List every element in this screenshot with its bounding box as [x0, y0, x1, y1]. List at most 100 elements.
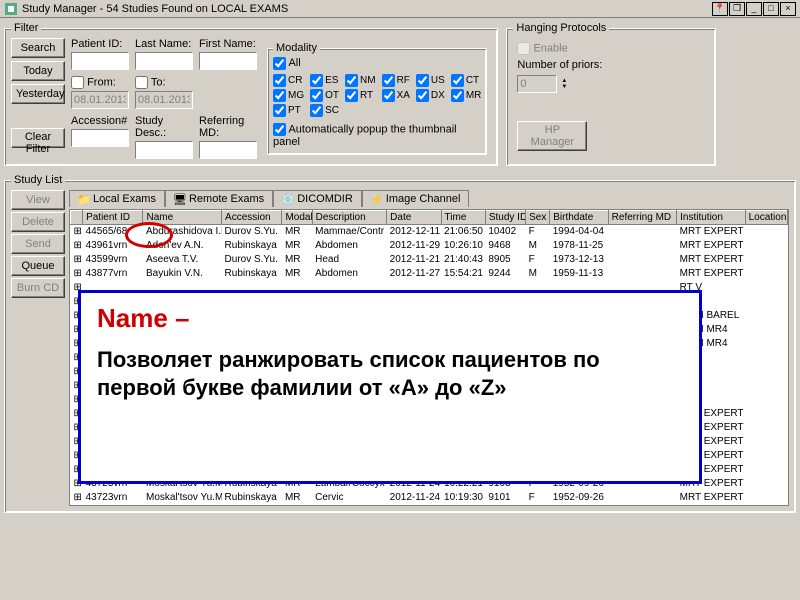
- modality-mg[interactable]: MG: [273, 89, 304, 102]
- modality-es[interactable]: ES: [310, 74, 339, 87]
- modality-mr[interactable]: MR: [451, 89, 482, 102]
- to-date-input[interactable]: [135, 91, 193, 109]
- column-sex[interactable]: Sex: [526, 211, 550, 225]
- column-description[interactable]: Description: [312, 211, 387, 225]
- column-institution[interactable]: Institution: [677, 211, 745, 225]
- modality-sc[interactable]: SC: [310, 104, 339, 117]
- modality-ot[interactable]: OT: [310, 89, 339, 102]
- delete-button[interactable]: Delete: [11, 212, 65, 232]
- table-row[interactable]: ⊞43961vrnAdon'ev A.N.RubinskayaMRAbdomen…: [71, 239, 788, 253]
- pin-button[interactable]: 📍: [712, 2, 728, 16]
- to-checkbox[interactable]: [135, 76, 148, 89]
- app-icon: [4, 2, 18, 16]
- expand-icon[interactable]: ⊞: [71, 239, 83, 253]
- modality-legend: Modality: [273, 42, 320, 54]
- annotation-callout: Name – Позволяет ранжировать список паци…: [78, 290, 702, 484]
- annotation-body: Позволяет ранжировать список пациентов п…: [97, 346, 683, 401]
- hanging-protocols-group: Hanging Protocols Enable Number of prior…: [506, 22, 716, 166]
- search-button[interactable]: Search: [11, 38, 65, 58]
- auto-popup-checkbox-label[interactable]: Automatically popup the thumbnail panel: [273, 123, 481, 148]
- accession-input[interactable]: [71, 129, 129, 147]
- hanging-legend: Hanging Protocols: [513, 22, 609, 34]
- priors-input[interactable]: [517, 75, 557, 93]
- last-name-input[interactable]: [135, 52, 193, 70]
- patient-id-label: Patient ID:: [71, 38, 129, 50]
- maximize-button[interactable]: □: [763, 2, 779, 16]
- tab-dicomdir[interactable]: 💿 DICOMDIR: [273, 190, 362, 207]
- column-accession[interactable]: Accession: [222, 211, 282, 225]
- filter-legend: Filter: [11, 22, 41, 34]
- tab-remote-exams[interactable]: 🖥 Remote Exams: [165, 190, 273, 207]
- modality-xa[interactable]: XA: [382, 89, 410, 102]
- table-header-row: Patient ID Name Accession Modality Descr…: [71, 211, 788, 225]
- yesterday-button[interactable]: Yesterday: [11, 84, 65, 104]
- first-name-label: First Name:: [199, 38, 257, 50]
- table-row[interactable]: ⊞43877vrnBayukin V.N.RubinskayaMRAbdomen…: [71, 267, 788, 281]
- column-referring-md[interactable]: Referring MD: [608, 211, 676, 225]
- ref-md-input[interactable]: [199, 141, 257, 159]
- queue-button[interactable]: Queue: [11, 256, 65, 276]
- hp-manager-button[interactable]: HP Manager: [517, 121, 587, 151]
- expand-icon[interactable]: ⊞: [71, 253, 83, 267]
- column-patient-id[interactable]: Patient ID: [83, 211, 143, 225]
- spinner-icon[interactable]: ▲▼: [561, 78, 567, 90]
- column-name[interactable]: Name: [143, 211, 222, 225]
- last-name-label: Last Name:: [135, 38, 193, 50]
- clear-filter-button[interactable]: Clear Filter: [11, 128, 65, 148]
- first-name-input[interactable]: [199, 52, 257, 70]
- column-expand[interactable]: [71, 211, 83, 225]
- from-checkbox[interactable]: [71, 76, 84, 89]
- disc-icon: 💿: [282, 193, 294, 205]
- restore-button[interactable]: ❐: [729, 2, 745, 16]
- table-row[interactable]: ⊞43723vrnMoskal'tsov Yu.M.RubinskayaMRCe…: [71, 491, 788, 505]
- modality-rt[interactable]: RT: [345, 89, 376, 102]
- priors-label: Number of priors:: [517, 59, 705, 71]
- bolt-icon: ⚡: [371, 193, 383, 205]
- column-date[interactable]: Date: [387, 211, 441, 225]
- study-list-legend: Study List: [11, 174, 65, 186]
- annotation-title: Name –: [97, 303, 683, 334]
- minimize-button[interactable]: _: [746, 2, 762, 16]
- window-title: Study Manager - 54 Studies Found on LOCA…: [22, 3, 288, 15]
- modality-pt[interactable]: PT: [273, 104, 304, 117]
- from-checkbox-label[interactable]: From:: [71, 76, 129, 89]
- table-row[interactable]: ⊞44565/68Abdurashidova I.MDurov S.Yu.MRM…: [71, 225, 788, 239]
- table-row[interactable]: ⊞43599vrnAseeva T.V.Durov S.Yu.MRHead201…: [71, 253, 788, 267]
- burn-cd-button[interactable]: Burn CD: [11, 278, 65, 298]
- auto-popup-checkbox[interactable]: [273, 123, 286, 136]
- modality-dx[interactable]: DX: [416, 89, 445, 102]
- filter-group: Filter Search Today Yesterday Clear Filt…: [4, 22, 498, 166]
- patient-id-input[interactable]: [71, 52, 129, 70]
- enable-checkbox-label[interactable]: Enable: [517, 42, 705, 55]
- column-study-id[interactable]: Study ID: [485, 211, 525, 225]
- modality-nm[interactable]: NM: [345, 74, 376, 87]
- modality-us[interactable]: US: [416, 74, 445, 87]
- close-button[interactable]: ×: [780, 2, 796, 16]
- modality-rf[interactable]: RF: [382, 74, 410, 87]
- modality-ct[interactable]: CT: [451, 74, 482, 87]
- expand-icon[interactable]: ⊞: [71, 491, 83, 505]
- study-desc-input[interactable]: [135, 141, 193, 159]
- tab-image-channel[interactable]: ⚡ Image Channel: [362, 190, 470, 207]
- column-modality[interactable]: Modality: [282, 211, 312, 225]
- monitor-icon: 🖥: [174, 193, 186, 205]
- from-label: From:: [87, 76, 116, 88]
- modality-cr[interactable]: CR: [273, 74, 304, 87]
- expand-icon[interactable]: ⊞: [71, 267, 83, 281]
- folder-icon: 📁: [78, 193, 90, 205]
- modality-all[interactable]: All: [273, 57, 301, 69]
- modality-group: Modality All CR ES NM RF US CT MG OT RT …: [267, 42, 487, 155]
- column-location[interactable]: Location: [745, 211, 787, 225]
- expand-icon[interactable]: ⊞: [71, 225, 83, 239]
- view-button[interactable]: View: [11, 190, 65, 210]
- modality-all-checkbox[interactable]: [273, 57, 286, 70]
- from-date-input[interactable]: [71, 91, 129, 109]
- enable-checkbox[interactable]: [517, 42, 530, 55]
- column-birthdate[interactable]: Birthdate: [550, 211, 608, 225]
- tab-local-exams[interactable]: 📁 Local Exams: [69, 190, 165, 207]
- to-checkbox-label[interactable]: To:: [135, 76, 193, 89]
- today-button[interactable]: Today: [11, 61, 65, 81]
- column-time[interactable]: Time: [441, 211, 485, 225]
- send-button[interactable]: Send: [11, 234, 65, 254]
- window-titlebar: Study Manager - 54 Studies Found on LOCA…: [0, 0, 800, 18]
